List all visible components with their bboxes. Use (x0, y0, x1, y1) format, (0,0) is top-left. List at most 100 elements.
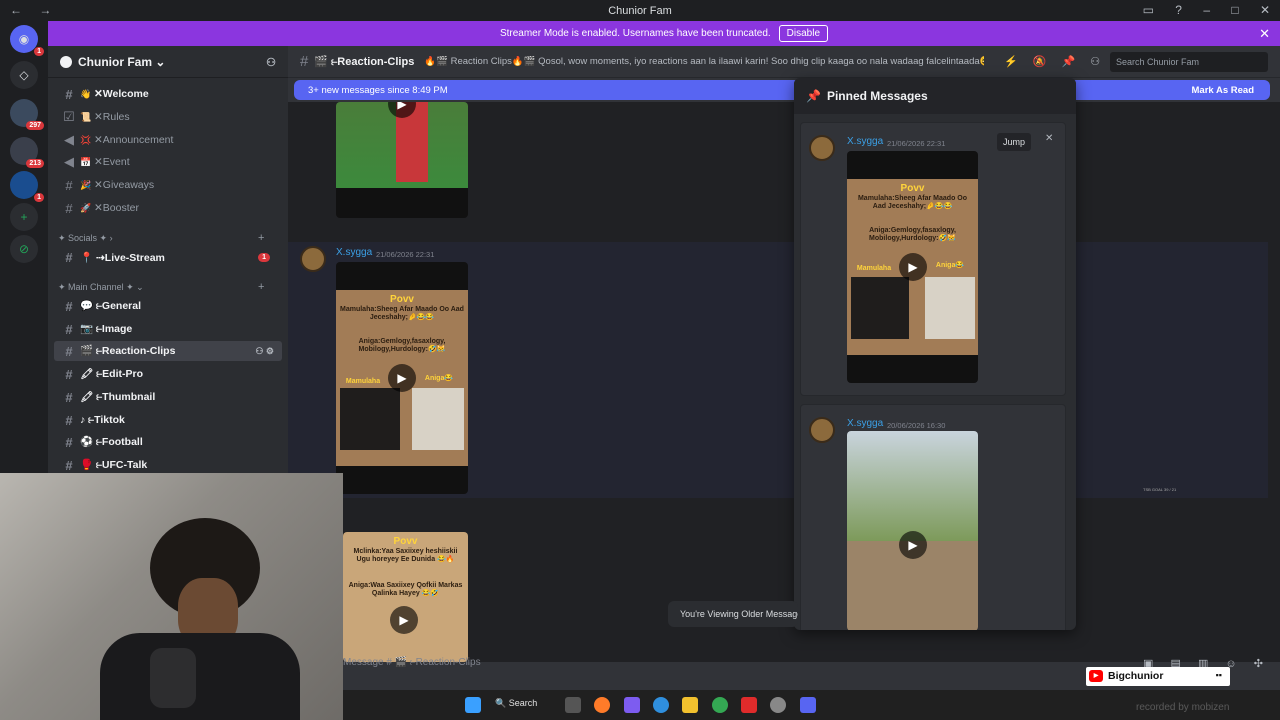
sidebar-item-welcome[interactable]: # 👋 ✕Welcome (54, 84, 282, 104)
sidebar-item-image[interactable]: # 📷 ⥼Image (54, 319, 282, 339)
edge-icon[interactable] (653, 697, 669, 713)
sidebar-item-announcement[interactable]: ◀ 💢 ✕Announcement (54, 130, 282, 150)
avatar[interactable] (809, 417, 835, 443)
category-socials[interactable]: ✦ Socials ✦ › + (58, 232, 264, 244)
taskbar-search-label: Search (508, 698, 538, 708)
sidebar-item-event[interactable]: ◀ 📅 ✕Event (54, 152, 282, 172)
server-icon[interactable]: 213 (10, 137, 44, 168)
taskbar-search[interactable]: 🔍 Search (495, 698, 537, 709)
add-server-button[interactable]: + (10, 203, 38, 231)
unpin-close-icon[interactable]: ✕ (1045, 133, 1053, 144)
category-main-channel[interactable]: ✦ Main Channel ✦ ⌄ + (58, 281, 264, 293)
pov-caption-right: Aniga😂 (935, 262, 965, 269)
threads-icon[interactable]: ⚡ (1004, 56, 1018, 68)
maximize-icon[interactable]: □ (1231, 3, 1238, 17)
sidebar-item-reaction-clips[interactable]: # 🎬 ⥼Reaction-Clips ⚇ ⚙ (54, 341, 282, 361)
play-icon[interactable]: ▶ (390, 606, 418, 634)
minimize-icon[interactable]: – (1203, 3, 1210, 17)
sidebar-item-thumbnail[interactable]: # 🖍 ⥼Thumbnail (54, 387, 282, 407)
channel-label: 🎬 ⥼Reaction-Clips (80, 345, 176, 357)
sidebar-item-ufc-talk[interactable]: # 🥊 ⥼UFC-Talk (54, 455, 282, 475)
direct-messages-button[interactable]: ◉ 1 (10, 25, 44, 56)
pov-title: Povv (900, 183, 925, 194)
copilot-icon[interactable] (624, 697, 640, 713)
microphone-icon (150, 648, 196, 708)
server-icon[interactable]: 297 (10, 99, 44, 130)
channel-emoji: 📜 (80, 111, 92, 122)
avatar[interactable] (300, 246, 326, 272)
pov-line: Aniga:Gemlogy,fasaxlogy, Mobilogy,Hurdol… (869, 227, 956, 242)
help-icon[interactable]: ? (1175, 3, 1182, 17)
play-icon[interactable]: ▶ (899, 253, 927, 281)
hash-icon: # (65, 412, 73, 428)
message-author[interactable]: X.sygga (336, 247, 372, 258)
video-attachment[interactable]: Povv Mclinka:Yaa Saxiixey heshiiskii Ugu… (343, 532, 468, 662)
sidebar-item-general[interactable]: # 💬 ⥼General (54, 296, 282, 316)
sidebar-item-giveaways[interactable]: # 🎉 ✕Giveaways (54, 175, 282, 195)
pov-caption-left: Mamulaha (345, 378, 381, 385)
webcam-overlay (0, 473, 343, 720)
mark-as-read-button[interactable]: Mark As Read (1192, 85, 1254, 96)
guild-header[interactable]: Chunior Fam ⌄ ⚇ (48, 46, 288, 78)
hash-icon: # (65, 177, 73, 193)
message-timestamp: 21/06/2026 22:31 (376, 250, 435, 259)
channel-settings-icon[interactable]: ⚇ ⚙ (255, 346, 274, 357)
message-author[interactable]: X.sygga (847, 418, 883, 429)
server-icon[interactable]: ◇ (10, 61, 38, 89)
explore-servers-button[interactable]: ⊘ (10, 235, 38, 263)
avatar[interactable] (809, 135, 835, 161)
chrome-icon[interactable] (712, 697, 728, 713)
stream-channel-overlay: ▶ Bigchunior ▪▪ (1086, 667, 1230, 686)
sidebar-item-live-stream[interactable]: # 📍 ⇢Live-Stream 1 (54, 247, 282, 267)
message-input[interactable]: Message # 🎬 ⥼Reaction-Clips (343, 657, 481, 668)
task-view-icon[interactable] (565, 697, 581, 713)
sidebar-item-edit-pro[interactable]: # 🖍 ⥼Edit-Pro (54, 364, 282, 384)
message-author[interactable]: X.sygga (847, 136, 883, 147)
pinned-item[interactable]: X.sygga 20/06/2026 16:30 ▶ (800, 404, 1066, 630)
inbox-icon[interactable]: ▭ (1143, 3, 1154, 17)
channel-label: 🥊 ⥼UFC-Talk (80, 459, 148, 471)
file-explorer-icon[interactable] (682, 697, 698, 713)
firefox-icon[interactable] (594, 697, 610, 713)
members-icon[interactable]: ⚇ (1090, 56, 1100, 68)
channel-header: # 🎬 ⥼Reaction-Clips 🔥🎬 Reaction Clips🔥🎬 … (288, 46, 1280, 78)
close-window-icon[interactable]: ✕ (1260, 3, 1270, 17)
notification-badge: 1 (34, 193, 44, 202)
channel-label: 🖍 ⥼Thumbnail (80, 391, 156, 403)
stream-channel-name: Bigchunior (1108, 670, 1164, 682)
sidebar-item-rules[interactable]: ☑ 📜 ✕Rules (54, 107, 282, 127)
discord-icon[interactable] (800, 697, 816, 713)
channel-topic[interactable]: 🔥🎬 Reaction Clips🔥🎬 Qosol, wow moments, … (424, 56, 984, 67)
disable-button[interactable]: Disable (778, 25, 829, 42)
add-member-icon[interactable]: ⚇ (266, 56, 276, 69)
add-channel-icon[interactable]: + (258, 232, 264, 244)
play-icon[interactable]: ▶ (899, 531, 927, 559)
channel-emoji: 💢 (80, 134, 92, 145)
older-messages-notice[interactable]: You're Viewing Older Messages (668, 601, 798, 627)
sidebar-item-football[interactable]: # ⚽ ⥼Football (54, 432, 282, 452)
discord-logo-icon: ◉ (18, 32, 30, 46)
jump-button[interactable]: Jump (997, 133, 1032, 151)
add-channel-icon[interactable]: + (258, 281, 264, 293)
message-list[interactable]: ▶ X.sygga 21/06/2026 22:31 Povv Mamulaha… (288, 102, 1280, 662)
video-attachment[interactable]: Povv Mamulaha:Sheeg Afar Maado Oo Aad Je… (847, 151, 978, 383)
close-icon[interactable]: ✕ (1259, 26, 1270, 42)
hash-icon: # (65, 343, 73, 359)
start-icon[interactable] (465, 697, 481, 713)
new-messages-bar[interactable]: 3+ new messages since 8:49 PM Mark As Re… (294, 80, 1270, 100)
pinned-item[interactable]: X.sygga 21/06/2026 22:31 Jump ✕ Povv Mam… (800, 122, 1066, 396)
apps-icon[interactable]: ✣ (1254, 658, 1263, 670)
youtube-icon[interactable] (741, 697, 757, 713)
sidebar-item-tiktok[interactable]: # ♪ ⥼Tiktok (54, 410, 282, 430)
server-icon-active[interactable]: 1 (10, 171, 44, 202)
play-icon[interactable]: ▶ (388, 364, 416, 392)
search-input[interactable]: Search Chunior Fam (1110, 52, 1268, 72)
sidebar-item-booster[interactable]: # 🚀 ✕Booster (54, 198, 282, 218)
pin-icon[interactable]: 📌 (1062, 56, 1076, 68)
video-attachment[interactable]: ▶ (847, 431, 978, 630)
video-attachment[interactable]: ▶ (336, 102, 468, 218)
mute-bell-icon[interactable]: 🔕 (1033, 56, 1047, 68)
video-attachment[interactable]: Povv Mamulaha:Sheeg Afar Maado Oo Aad Je… (336, 262, 468, 494)
channel-label: 💬 ⥼General (80, 300, 142, 312)
chatgpt-icon[interactable] (770, 697, 786, 713)
